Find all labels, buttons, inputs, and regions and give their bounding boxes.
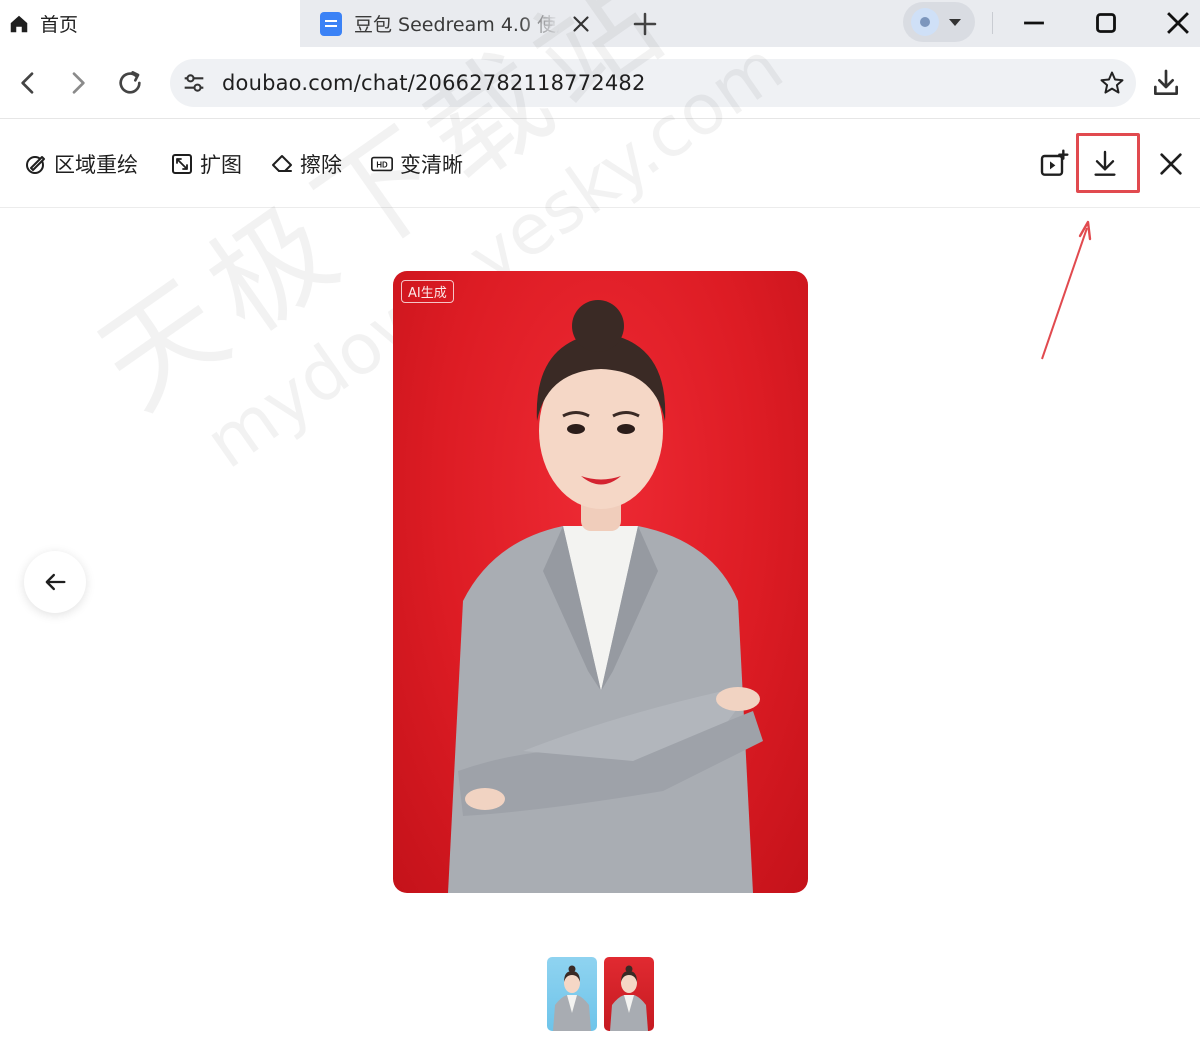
generated-image[interactable]: AI生成: [393, 271, 808, 893]
close-icon[interactable]: [568, 11, 594, 37]
tab-strip: 首页 豆包 Seedream 4.0 使用: [0, 0, 1200, 47]
arrow-left-icon: [45, 573, 66, 591]
image-to-video-icon[interactable]: [1038, 148, 1070, 180]
brush-icon: [26, 156, 45, 174]
tab-home[interactable]: 首页: [0, 0, 300, 47]
thumbnail-blue[interactable]: [547, 957, 597, 1031]
portrait-illustration: [448, 300, 763, 893]
thumbnail-portrait: [553, 965, 591, 1031]
reload-icon[interactable]: [114, 67, 146, 99]
hd-icon: HD: [371, 156, 393, 172]
thumbnail-red[interactable]: [604, 957, 654, 1031]
tab-separator: [992, 12, 993, 34]
enhance-button[interactable]: HD 变清晰: [370, 150, 463, 178]
url-text[interactable]: doubao.com/chat/20662782118772482: [222, 71, 646, 95]
profile-button[interactable]: [903, 2, 975, 42]
download-icon[interactable]: [1150, 67, 1182, 99]
plus-icon[interactable]: [630, 9, 660, 39]
expand-image-button[interactable]: 扩图: [170, 150, 242, 178]
tune-icon[interactable]: [180, 69, 208, 97]
omnibox[interactable]: doubao.com/chat/20662782118772482: [170, 59, 1136, 107]
erase-button[interactable]: 擦除: [270, 150, 342, 178]
hd-icon-text: HD: [376, 161, 388, 170]
thumbnail-portrait: [610, 965, 648, 1031]
image-toolbar: 区域重绘 扩图 擦除 HD 变清晰: [0, 120, 1200, 208]
home-icon: [10, 15, 28, 32]
expand-icon: [172, 154, 192, 174]
caret-down-icon: [949, 18, 961, 26]
doc-icon: [320, 11, 342, 36]
ai-generated-badge: AI生成: [401, 280, 454, 303]
maximize-icon[interactable]: [1089, 6, 1123, 40]
expand-image-label: 扩图: [200, 153, 242, 177]
tab-doubao-label: 豆包 Seedream 4.0 使用: [354, 14, 559, 36]
erase-label: 擦除: [300, 153, 342, 177]
tab-doubao[interactable]: 豆包 Seedream 4.0 使用: [300, 0, 612, 47]
tab-home-label: 首页: [40, 14, 79, 36]
avatar-icon: [911, 8, 939, 36]
annotation-arrow: [1041, 220, 1092, 360]
address-bar-row: doubao.com/chat/20662782118772482: [0, 47, 1200, 119]
previous-image-button[interactable]: [24, 551, 86, 613]
enhance-label: 变清晰: [400, 153, 463, 177]
region-redraw-button[interactable]: 区域重绘: [24, 150, 138, 178]
download-image-icon[interactable]: [1089, 148, 1121, 180]
window-close-icon[interactable]: [1161, 6, 1195, 40]
minimize-icon[interactable]: [1017, 6, 1051, 40]
eraser-icon: [272, 155, 292, 172]
back-icon[interactable]: [12, 67, 44, 99]
region-redraw-label: 区域重绘: [54, 153, 138, 177]
close-viewer-icon[interactable]: [1155, 148, 1187, 180]
star-icon[interactable]: [1098, 69, 1126, 97]
forward-icon[interactable]: [62, 67, 94, 99]
